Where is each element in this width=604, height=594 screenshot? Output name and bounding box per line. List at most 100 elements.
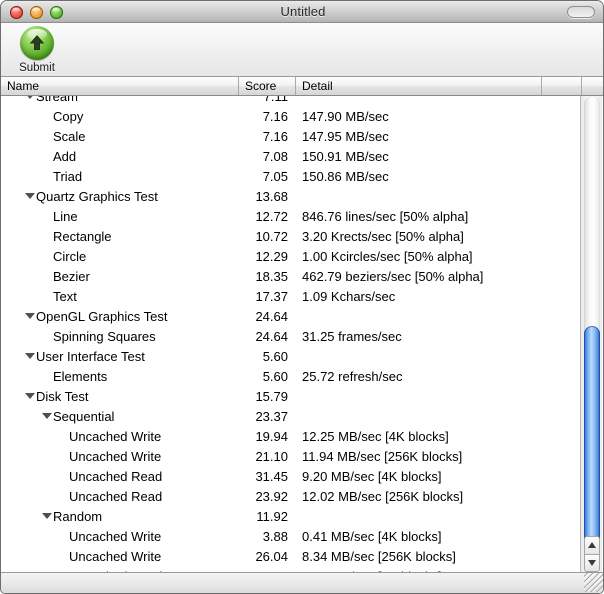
cell-score: 7.16 (262, 109, 288, 124)
cell-score: 15.79 (255, 389, 288, 404)
cell-score: 21.10 (255, 449, 288, 464)
cell-name: Uncached Read (69, 489, 163, 504)
table-row[interactable]: Scale 7.16 147.95 MB/sec (1, 127, 581, 147)
cell-name: Spinning Squares (53, 329, 156, 344)
column-header-name[interactable]: Name (1, 77, 239, 95)
table-row[interactable]: Disk Test 15.79 (1, 387, 581, 407)
cell-detail: 8.34 MB/sec [256K blocks] (302, 549, 456, 564)
cell-score: 5.60 (262, 349, 288, 364)
table-row[interactable]: Bezier 18.35 462.79 beziers/sec [50% alpha… (1, 267, 581, 287)
cell-name: Uncached Write (69, 429, 162, 444)
table-row[interactable]: Uncached Read 23.92 12.02 MB/sec [256K blo… (1, 487, 581, 507)
table-row[interactable]: Uncached Write 26.04 8.34 MB/sec [256K blo… (1, 547, 581, 567)
cell-score: 7.05 (262, 169, 288, 184)
table-row[interactable]: Uncached Write 3.88 0.41 MB/sec [4K blocks… (1, 527, 581, 547)
cell-score: 23.92 (255, 489, 288, 504)
disclosure-triangle-icon[interactable] (25, 96, 35, 99)
disclosure-triangle-icon[interactable] (25, 193, 35, 199)
cell-detail: 150.91 MB/sec (302, 149, 389, 164)
cell-name: Add (53, 149, 77, 164)
disclosure-triangle-icon[interactable] (42, 513, 52, 519)
table-row[interactable]: Uncached Read 31.45 9.20 MB/sec [4K blocks… (1, 467, 581, 487)
cell-detail: 1.09 Kchars/sec (302, 289, 396, 304)
table-row[interactable]: Rectangle 10.72 3.20 Krects/sec [50% alpha… (1, 227, 581, 247)
table-row[interactable]: Uncached Write 21.10 11.94 MB/sec [256K bl… (1, 447, 581, 467)
table-row[interactable]: Sequential 23.37 (1, 407, 581, 427)
table-row[interactable]: Circle 12.29 1.00 Kcircles/sec [50% alpha] (1, 247, 581, 267)
cell-score: 23.37 (255, 409, 288, 424)
cell-name: Bezier (53, 269, 90, 284)
cell-name: Uncached Write (69, 549, 162, 564)
table-row[interactable]: Spinning Squares 24.64 31.25 frames/sec (1, 327, 581, 347)
scrollbar-thumb[interactable] (584, 326, 600, 553)
cell-detail: 150.86 MB/sec (302, 169, 389, 184)
table-row[interactable]: User Interface Test 5.60 (1, 347, 581, 367)
table-row[interactable]: Triad 7.05 150.86 MB/sec (1, 167, 581, 187)
cell-name: Line (53, 209, 78, 224)
toolbar-toggle-button[interactable] (567, 6, 595, 18)
table-row[interactable]: Line 12.72 846.76 lines/sec [50% alpha] (1, 207, 581, 227)
cell-name: Rectangle (53, 229, 112, 244)
table-row[interactable]: Elements 5.60 25.72 refresh/sec (1, 367, 581, 387)
cell-score: 11.92 (256, 509, 288, 524)
cell-score: 26.04 (255, 549, 288, 564)
application-window: Untitled Submit Name Score Detail Stream… (0, 0, 604, 594)
cell-score: 3.88 (262, 529, 288, 544)
cell-score: 19.94 (255, 429, 288, 444)
cell-detail: 31.25 frames/sec (302, 329, 402, 344)
column-header-detail[interactable]: Detail (296, 77, 542, 95)
table-row[interactable]: OpenGL Graphics Test 24.64 (1, 307, 581, 327)
cell-name: Uncached Write (69, 449, 162, 464)
table-row[interactable]: Random 11.92 (1, 507, 581, 527)
cell-name: Scale (53, 129, 86, 144)
table-row[interactable]: Text 17.37 1.09 Kchars/sec (1, 287, 581, 307)
disclosure-triangle-icon[interactable] (25, 353, 35, 359)
results-table: Stream 7.11 Copy 7.16 147.90 MB/sec Scale 7.16… (1, 96, 582, 573)
column-header-blank[interactable] (542, 77, 582, 95)
title-bar: Untitled (1, 1, 603, 23)
disclosure-triangle-icon[interactable] (25, 393, 35, 399)
column-header-score[interactable]: Score (239, 77, 296, 95)
resize-grip[interactable] (584, 573, 603, 592)
cell-name: Text (53, 289, 77, 304)
cell-score: 7.08 (262, 149, 288, 164)
cell-name: OpenGL Graphics Test (36, 309, 168, 324)
table-row[interactable]: Copy 7.16 147.90 MB/sec (1, 107, 581, 127)
cell-detail: 1.00 Kcircles/sec [50% alpha] (302, 249, 473, 264)
cell-detail: 9.20 MB/sec [4K blocks] (302, 469, 442, 484)
cell-score: 12.29 (255, 249, 288, 264)
cell-name: User Interface Test (36, 349, 145, 364)
cell-detail: 11.94 MB/sec [256K blocks] (302, 449, 463, 464)
cell-detail: 147.95 MB/sec (302, 129, 389, 144)
submit-button-label: Submit (19, 62, 55, 74)
vertical-scrollbar[interactable] (580, 96, 602, 573)
cell-score: 24.64 (255, 329, 288, 344)
cell-detail: 0.41 MB/sec [4K blocks] (302, 529, 442, 544)
cell-name: Copy (53, 109, 84, 124)
cell-name: Elements (53, 369, 108, 384)
cell-score: 17.37 (255, 289, 288, 304)
table-row[interactable]: Quartz Graphics Test 13.68 (1, 187, 581, 207)
scroll-up-arrow-icon[interactable] (584, 536, 600, 554)
up-arrow-glyph (29, 35, 45, 50)
cell-detail: 25.72 refresh/sec (302, 369, 403, 384)
cell-score: 31.45 (255, 469, 288, 484)
cell-name: Stream (36, 96, 78, 104)
scroll-down-arrow-icon[interactable] (584, 554, 600, 572)
submit-button[interactable]: Submit (9, 26, 65, 74)
window-title: Untitled (280, 4, 326, 19)
cell-score: 12.72 (255, 209, 288, 224)
cell-name: Random (53, 509, 103, 524)
disclosure-triangle-icon[interactable] (25, 313, 35, 319)
table-row[interactable]: Uncached Write 19.94 12.25 MB/sec [4K bloc… (1, 427, 581, 447)
table-row[interactable]: Stream 7.11 (1, 96, 581, 107)
cell-detail: 12.02 MB/sec [256K blocks] (302, 489, 464, 504)
cell-score: 13.68 (255, 189, 288, 204)
cell-score: 5.60 (262, 369, 288, 384)
table-column-headers: Name Score Detail (1, 77, 603, 96)
table-row[interactable]: Add 7.08 150.91 MB/sec (1, 147, 581, 167)
cell-name: Disk Test (36, 389, 89, 404)
disclosure-triangle-icon[interactable] (42, 413, 52, 419)
cell-detail: 3.20 Krects/sec [50% alpha] (302, 229, 464, 244)
toolbar: Submit (1, 23, 603, 77)
